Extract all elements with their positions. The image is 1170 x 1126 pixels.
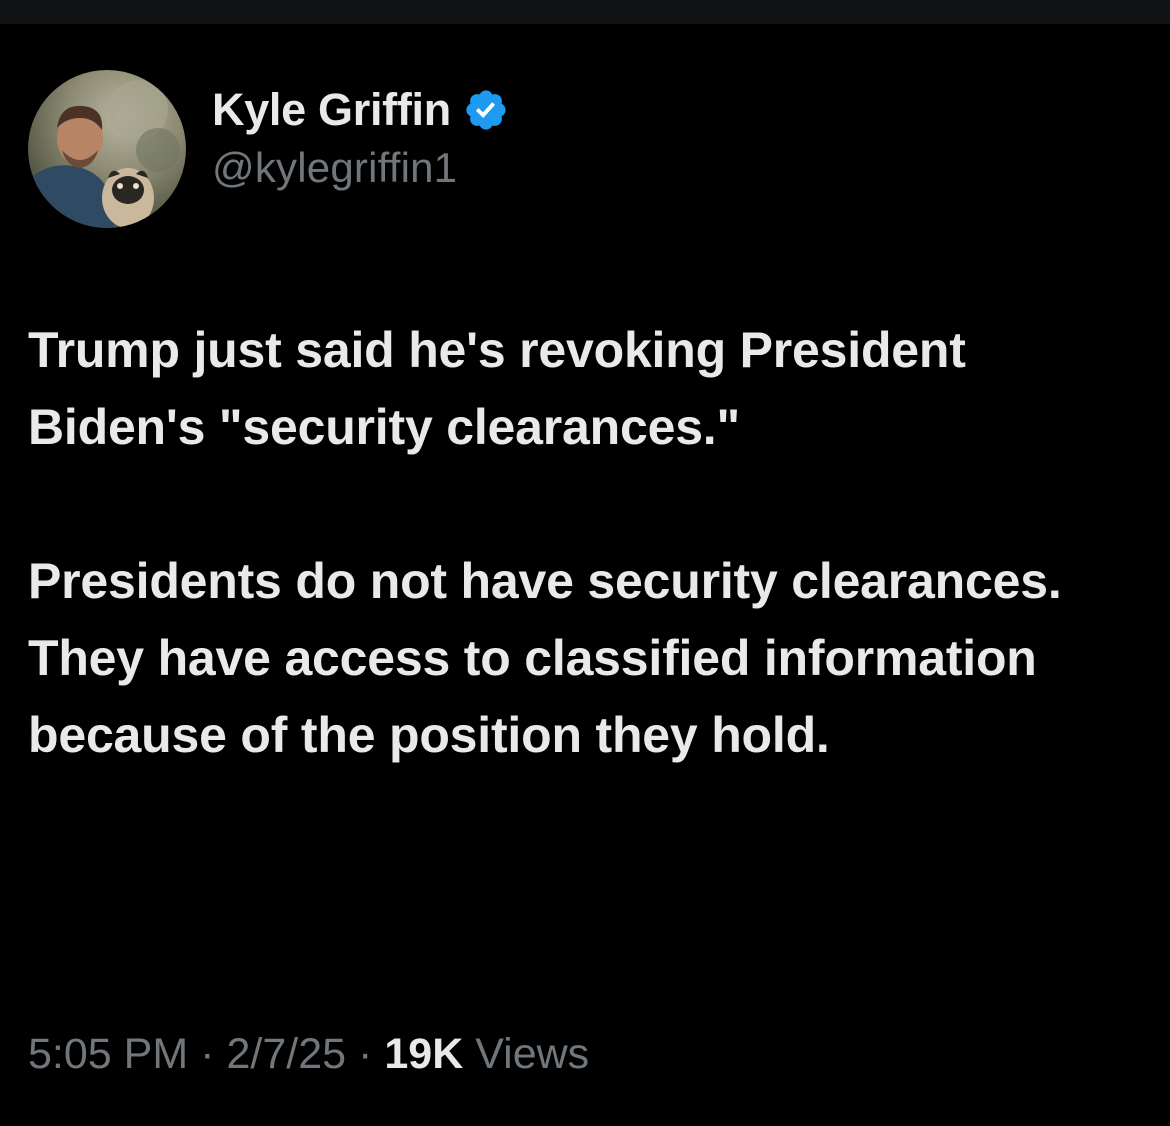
author-names: Kyle Griffin @kylegriffin1	[212, 82, 509, 192]
tweet-paragraph: Trump just said he's revoking President …	[28, 322, 966, 455]
verified-badge-icon[interactable]	[463, 87, 509, 133]
avatar[interactable]	[28, 70, 186, 228]
tweet-meta: 5:05 PM · 2/7/25 · 19K Views	[28, 1030, 589, 1079]
tweet-date[interactable]: 2/7/25	[226, 1030, 346, 1079]
views-label: Views	[475, 1030, 590, 1078]
top-strip	[0, 0, 1170, 24]
separator-dot: ·	[200, 1030, 215, 1078]
profile-photo-icon	[28, 70, 186, 228]
tweet-paragraph: Presidents do not have security clearanc…	[28, 553, 1062, 763]
author-handle[interactable]: @kylegriffin1	[212, 144, 509, 192]
name-row: Kyle Griffin	[212, 82, 509, 138]
separator-dot: ·	[358, 1030, 373, 1078]
tweet: Kyle Griffin @kylegriffin1 Trump just sa…	[0, 24, 1170, 1126]
tweet-header: Kyle Griffin @kylegriffin1	[28, 70, 509, 228]
tweet-time[interactable]: 5:05 PM	[28, 1030, 188, 1079]
views-count[interactable]: 19K	[384, 1030, 463, 1079]
author-display-name[interactable]: Kyle Griffin	[212, 84, 451, 136]
tweet-text: Trump just said he's revoking President …	[28, 312, 1138, 774]
